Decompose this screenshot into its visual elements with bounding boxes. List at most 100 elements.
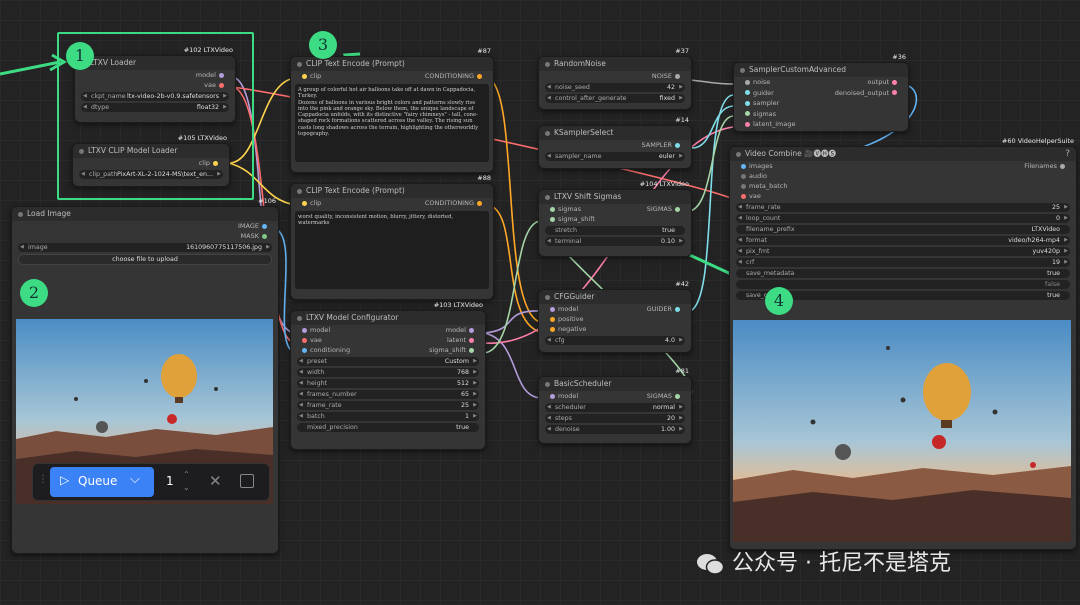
socket-icon[interactable] [550, 393, 555, 399]
widget-preset[interactable]: preset Custom [297, 357, 479, 366]
socket-icon[interactable] [262, 233, 267, 239]
widget-denoise[interactable]: denoise 1.00 [545, 425, 685, 434]
node-sampler-custom-advanced[interactable]: #36 SamplerCustomAdvanced noise output gu… [733, 53, 909, 132]
widget-noise-seed[interactable]: noise_seed 42 [545, 83, 685, 92]
socket-icon[interactable] [550, 216, 555, 222]
node-basic-scheduler[interactable]: #81 BasicScheduler model SIGMAS scheduler… [538, 367, 692, 444]
toggle-save-metadata[interactable]: save_metadata true [736, 269, 1070, 278]
node-clip-text-positive[interactable]: #87 CLIP Text Encode (Prompt) clip CONDIT… [290, 47, 494, 173]
socket-icon[interactable] [469, 337, 474, 343]
socket-icon[interactable] [302, 200, 307, 206]
node-title[interactable]: CFGGuider [539, 290, 691, 304]
stepper-icon[interactable]: ⌃ ⌄ [183, 468, 190, 494]
node-ksampler-select[interactable]: #14 KSamplerSelect SAMPLER sampler_name e… [538, 116, 692, 169]
close-icon[interactable]: ✕ [209, 472, 222, 490]
socket-icon[interactable] [302, 337, 307, 343]
socket-icon[interactable] [741, 163, 746, 169]
widget-steps[interactable]: steps 20 [545, 414, 685, 423]
socket-icon[interactable] [745, 100, 750, 106]
widget-filename-prefix[interactable]: filename_prefix LTXVideo [736, 225, 1070, 234]
socket-icon[interactable] [477, 73, 482, 79]
collapse-dot-icon[interactable] [297, 315, 302, 321]
socket-icon[interactable] [675, 393, 680, 399]
collapse-dot-icon[interactable] [297, 61, 302, 67]
socket-icon[interactable] [675, 142, 680, 148]
node-title[interactable]: KSamplerSelect [539, 126, 691, 140]
widget-batch[interactable]: batch 1 [297, 412, 479, 421]
node-title[interactable]: CLIP Text Encode (Prompt) [291, 57, 493, 71]
collapse-dot-icon[interactable] [545, 61, 550, 67]
socket-icon[interactable] [741, 193, 746, 199]
socket-icon[interactable] [302, 347, 307, 353]
widget-loop-count[interactable]: loop_count 0 [736, 214, 1070, 223]
socket-icon[interactable] [741, 173, 746, 179]
node-random-noise[interactable]: #37 RandomNoise NOISE noise_seed 42 contr… [538, 47, 692, 110]
collapse-dot-icon[interactable] [545, 381, 550, 387]
socket-icon[interactable] [302, 73, 307, 79]
collapse-dot-icon[interactable] [545, 130, 550, 136]
node-title[interactable]: SamplerCustomAdvanced [734, 63, 908, 77]
widget-pix-fmt[interactable]: pix_fmt yuv420p [736, 247, 1070, 256]
node-shift-sigmas[interactable]: #104 LTXVideo LTXV Shift Sigmas sigmas SI… [538, 180, 692, 257]
socket-icon[interactable] [741, 183, 746, 189]
prompt-textarea[interactable]: A group of colorful hot air balloons tak… [295, 84, 489, 162]
socket-icon[interactable] [550, 326, 555, 332]
prompt-textarea[interactable]: worst quality, inconsistent motion, blur… [295, 211, 489, 289]
stop-icon[interactable] [240, 474, 254, 488]
chevron-down-icon[interactable]: ⌵ [130, 472, 140, 487]
widget-control-after-generate[interactable]: control_after_generate fixed [545, 94, 685, 103]
widget-format[interactable]: format video/h264-mp4 [736, 236, 1070, 245]
node-model-configurator[interactable]: #103 LTXVideo LTXV Model Configurator mo… [290, 301, 486, 450]
socket-icon[interactable] [477, 200, 482, 206]
socket-icon[interactable] [745, 90, 750, 95]
socket-icon[interactable] [892, 90, 897, 95]
socket-icon[interactable] [745, 111, 750, 116]
queue-count-input[interactable]: 1 [166, 474, 174, 488]
socket-icon[interactable] [469, 327, 474, 333]
widget-terminal[interactable]: terminal 0.10 [545, 237, 685, 246]
socket-icon[interactable] [892, 79, 897, 85]
widget-width[interactable]: width 768 [297, 368, 479, 377]
node-title[interactable]: LTXV Shift Sigmas [539, 190, 691, 204]
node-title[interactable]: RandomNoise [539, 57, 691, 71]
node-title[interactable]: LTXV Model Configurator [291, 311, 485, 325]
widget-scheduler[interactable]: scheduler normal [545, 403, 685, 412]
collapse-dot-icon[interactable] [18, 211, 23, 217]
node-title[interactable]: CLIP Text Encode (Prompt) [291, 184, 493, 198]
node-title[interactable]: Load Image [12, 207, 278, 221]
socket-icon[interactable] [550, 306, 555, 312]
socket-icon[interactable] [262, 223, 267, 229]
widget-frames-number[interactable]: frames_number 65 [297, 390, 479, 399]
collapse-dot-icon[interactable] [297, 188, 302, 194]
help-icon[interactable]: ? [1065, 147, 1070, 161]
socket-icon[interactable] [675, 73, 680, 79]
toggle-stretch[interactable]: stretch true [545, 226, 685, 235]
socket-icon[interactable] [469, 347, 474, 353]
widget-frame-rate[interactable]: frame_rate 25 [736, 203, 1070, 212]
node-cfg-guider[interactable]: #42 CFGGuider model GUIDER positive negat… [538, 280, 692, 353]
socket-icon[interactable] [745, 121, 750, 127]
widget-crf[interactable]: crf 19 [736, 258, 1070, 267]
widget-height[interactable]: height 512 [297, 379, 479, 388]
socket-icon[interactable] [675, 206, 680, 212]
toggle-pingpong[interactable]: false [736, 280, 1070, 289]
socket-icon[interactable] [745, 79, 750, 85]
node-title[interactable]: BasicScheduler [539, 377, 691, 391]
widget-image[interactable]: image 1610960775117506.jpg [18, 243, 272, 252]
socket-icon[interactable] [675, 306, 680, 312]
socket-icon[interactable] [1060, 163, 1065, 169]
node-title[interactable]: Video Combine 🎥🅥🅗🅢? [730, 147, 1076, 161]
widget-cfg[interactable]: cfg 4.0 [545, 336, 685, 345]
collapse-dot-icon[interactable] [736, 151, 741, 157]
collapse-dot-icon[interactable] [545, 194, 550, 200]
widget-sampler-name[interactable]: sampler_name euler [545, 152, 685, 161]
socket-icon[interactable] [550, 316, 555, 322]
queue-button[interactable]: ▷ Queue ⌵ [50, 467, 154, 497]
upload-button[interactable]: choose file to upload [18, 254, 272, 265]
socket-icon[interactable] [302, 327, 307, 333]
drag-handle-icon[interactable]: ⋮ [38, 474, 48, 485]
widget-frame-rate[interactable]: frame_rate 25 [297, 401, 479, 410]
toggle-mixed-precision[interactable]: mixed_precision true [297, 423, 479, 432]
collapse-dot-icon[interactable] [545, 294, 550, 300]
node-clip-text-negative[interactable]: #88 CLIP Text Encode (Prompt) clip CONDIT… [290, 174, 494, 300]
